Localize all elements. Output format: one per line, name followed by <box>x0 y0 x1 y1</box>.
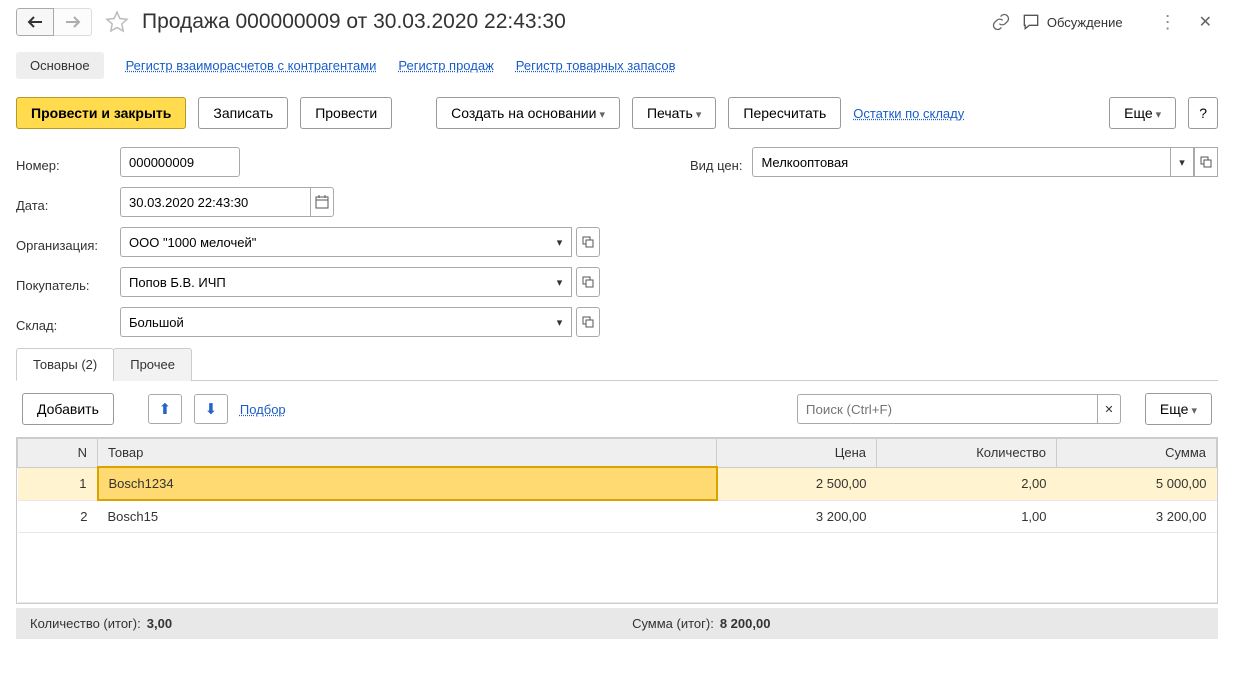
cell-sum: 5 000,00 <box>1057 467 1217 500</box>
link-icon[interactable] <box>989 10 1013 34</box>
warehouse-field[interactable] <box>120 307 548 337</box>
customer-dropdown-icon[interactable]: ▾ <box>548 267 572 297</box>
help-button[interactable]: ? <box>1188 97 1218 129</box>
save-button[interactable]: Записать <box>198 97 288 129</box>
discussion-label: Обсуждение <box>1047 15 1123 30</box>
customer-field[interactable] <box>120 267 548 297</box>
total-qty-label: Количество (итог): <box>30 616 141 631</box>
customer-label: Покупатель: <box>16 272 110 293</box>
cell-n: 2 <box>18 500 98 533</box>
cell-item[interactable]: Bosch1234 <box>98 467 717 500</box>
total-sum-label: Сумма (итог): <box>632 616 714 631</box>
warehouse-open-icon[interactable] <box>576 307 600 337</box>
calendar-icon[interactable] <box>310 187 334 217</box>
col-price[interactable]: Цена <box>717 439 877 468</box>
nav-link-registers-0[interactable]: Регистр взаиморасчетов с контрагентами <box>126 58 377 73</box>
forward-button[interactable] <box>54 8 92 36</box>
cell-qty: 2,00 <box>877 467 1057 500</box>
price-type-field[interactable] <box>752 147 1170 177</box>
move-down-button[interactable]: ⬇ <box>194 394 228 424</box>
cell-sum: 3 200,00 <box>1057 500 1217 533</box>
add-row-button[interactable]: Добавить <box>22 393 114 425</box>
post-button[interactable]: Провести <box>300 97 392 129</box>
col-sum[interactable]: Сумма <box>1057 439 1217 468</box>
print-button[interactable]: Печать <box>632 97 716 129</box>
cell-price: 3 200,00 <box>717 500 877 533</box>
close-icon[interactable]: ✕ <box>1199 12 1212 32</box>
cell-qty: 1,00 <box>877 500 1057 533</box>
arrow-up-icon: ⬆ <box>159 400 172 418</box>
table-row[interactable]: 1 Bosch1234 2 500,00 2,00 5 000,00 <box>18 467 1217 500</box>
page-title: Продажа 000000009 от 30.03.2020 22:43:30 <box>142 10 566 34</box>
nav-link-registers-1[interactable]: Регистр продаж <box>398 58 493 73</box>
favorite-star-icon[interactable] <box>104 9 130 35</box>
nav-tab-main[interactable]: Основное <box>16 52 104 79</box>
col-qty[interactable]: Количество <box>877 439 1057 468</box>
arrow-down-icon: ⬇ <box>205 400 218 418</box>
recalculate-button[interactable]: Пересчитать <box>728 97 841 129</box>
post-and-close-button[interactable]: Провести и закрыть <box>16 97 186 129</box>
kebab-menu-icon[interactable]: ⋮ <box>1159 12 1177 33</box>
cell-item[interactable]: Bosch15 <box>98 500 717 533</box>
discussion-button[interactable]: Обсуждение <box>1021 12 1123 32</box>
stock-by-warehouse-link[interactable]: Остатки по складу <box>853 106 964 121</box>
clear-search-icon[interactable]: ✕ <box>1097 394 1121 424</box>
number-label: Номер: <box>16 152 110 173</box>
col-item[interactable]: Товар <box>98 439 717 468</box>
nav-link-registers-2[interactable]: Регистр товарных запасов <box>516 58 676 73</box>
chat-icon <box>1021 12 1041 32</box>
more-button[interactable]: Еще <box>1109 97 1176 129</box>
date-field[interactable] <box>120 187 310 217</box>
col-n[interactable]: N <box>18 439 98 468</box>
move-up-button[interactable]: ⬆ <box>148 394 182 424</box>
organization-dropdown-icon[interactable]: ▾ <box>548 227 572 257</box>
table-search-input[interactable] <box>797 394 1097 424</box>
pick-link[interactable]: Подбор <box>240 402 286 417</box>
warehouse-dropdown-icon[interactable]: ▾ <box>548 307 572 337</box>
total-sum-value: 8 200,00 <box>720 616 771 631</box>
warehouse-label: Склад: <box>16 312 110 333</box>
total-qty-value: 3,00 <box>147 616 172 631</box>
price-type-dropdown-icon[interactable]: ▾ <box>1170 147 1194 177</box>
table-empty-space <box>18 533 1217 603</box>
organization-open-icon[interactable] <box>576 227 600 257</box>
tab-other[interactable]: Прочее <box>113 348 192 381</box>
number-field[interactable] <box>120 147 240 177</box>
price-type-label: Вид цен: <box>690 152 742 173</box>
cell-price: 2 500,00 <box>717 467 877 500</box>
table-row[interactable]: 2 Bosch15 3 200,00 1,00 3 200,00 <box>18 500 1217 533</box>
date-label: Дата: <box>16 192 110 213</box>
organization-field[interactable] <box>120 227 548 257</box>
organization-label: Организация: <box>16 232 110 253</box>
table-more-button[interactable]: Еще <box>1145 393 1212 425</box>
tab-goods[interactable]: Товары (2) <box>16 348 114 381</box>
customer-open-icon[interactable] <box>576 267 600 297</box>
cell-n: 1 <box>18 467 98 500</box>
price-type-open-icon[interactable] <box>1194 147 1218 177</box>
create-based-on-button[interactable]: Создать на основании <box>436 97 620 129</box>
back-button[interactable] <box>16 8 54 36</box>
